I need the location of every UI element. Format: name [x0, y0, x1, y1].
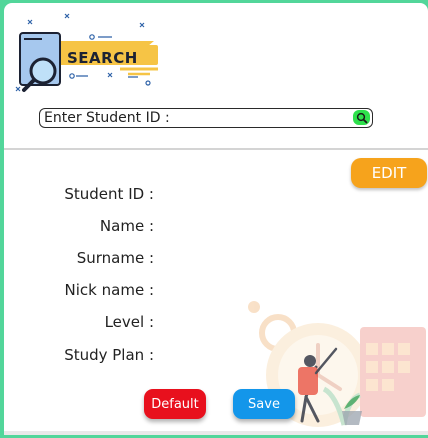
student-id-label: Student ID :: [64, 185, 154, 203]
magnifier-icon: [356, 112, 367, 123]
student-search-panel: SEARCH EDIT Student ID : Name : Surname …: [4, 3, 428, 435]
student-id-search-bar: [39, 108, 373, 128]
bottom-divider: [4, 431, 428, 435]
section-divider: [4, 148, 428, 150]
edit-button[interactable]: EDIT: [351, 158, 427, 188]
default-button[interactable]: Default: [144, 389, 206, 419]
name-label: Name :: [99, 217, 154, 235]
student-id-search-input[interactable]: [44, 109, 344, 126]
level-label: Level :: [104, 313, 154, 331]
surname-label: Surname :: [76, 249, 154, 267]
search-button[interactable]: [353, 110, 370, 125]
search-logo-text: SEARCH: [67, 49, 138, 67]
save-button[interactable]: Save: [233, 389, 295, 419]
study-plan-label: Study Plan :: [64, 346, 154, 364]
nick-name-label: Nick name :: [64, 281, 154, 299]
search-logo: SEARCH: [10, 11, 170, 101]
